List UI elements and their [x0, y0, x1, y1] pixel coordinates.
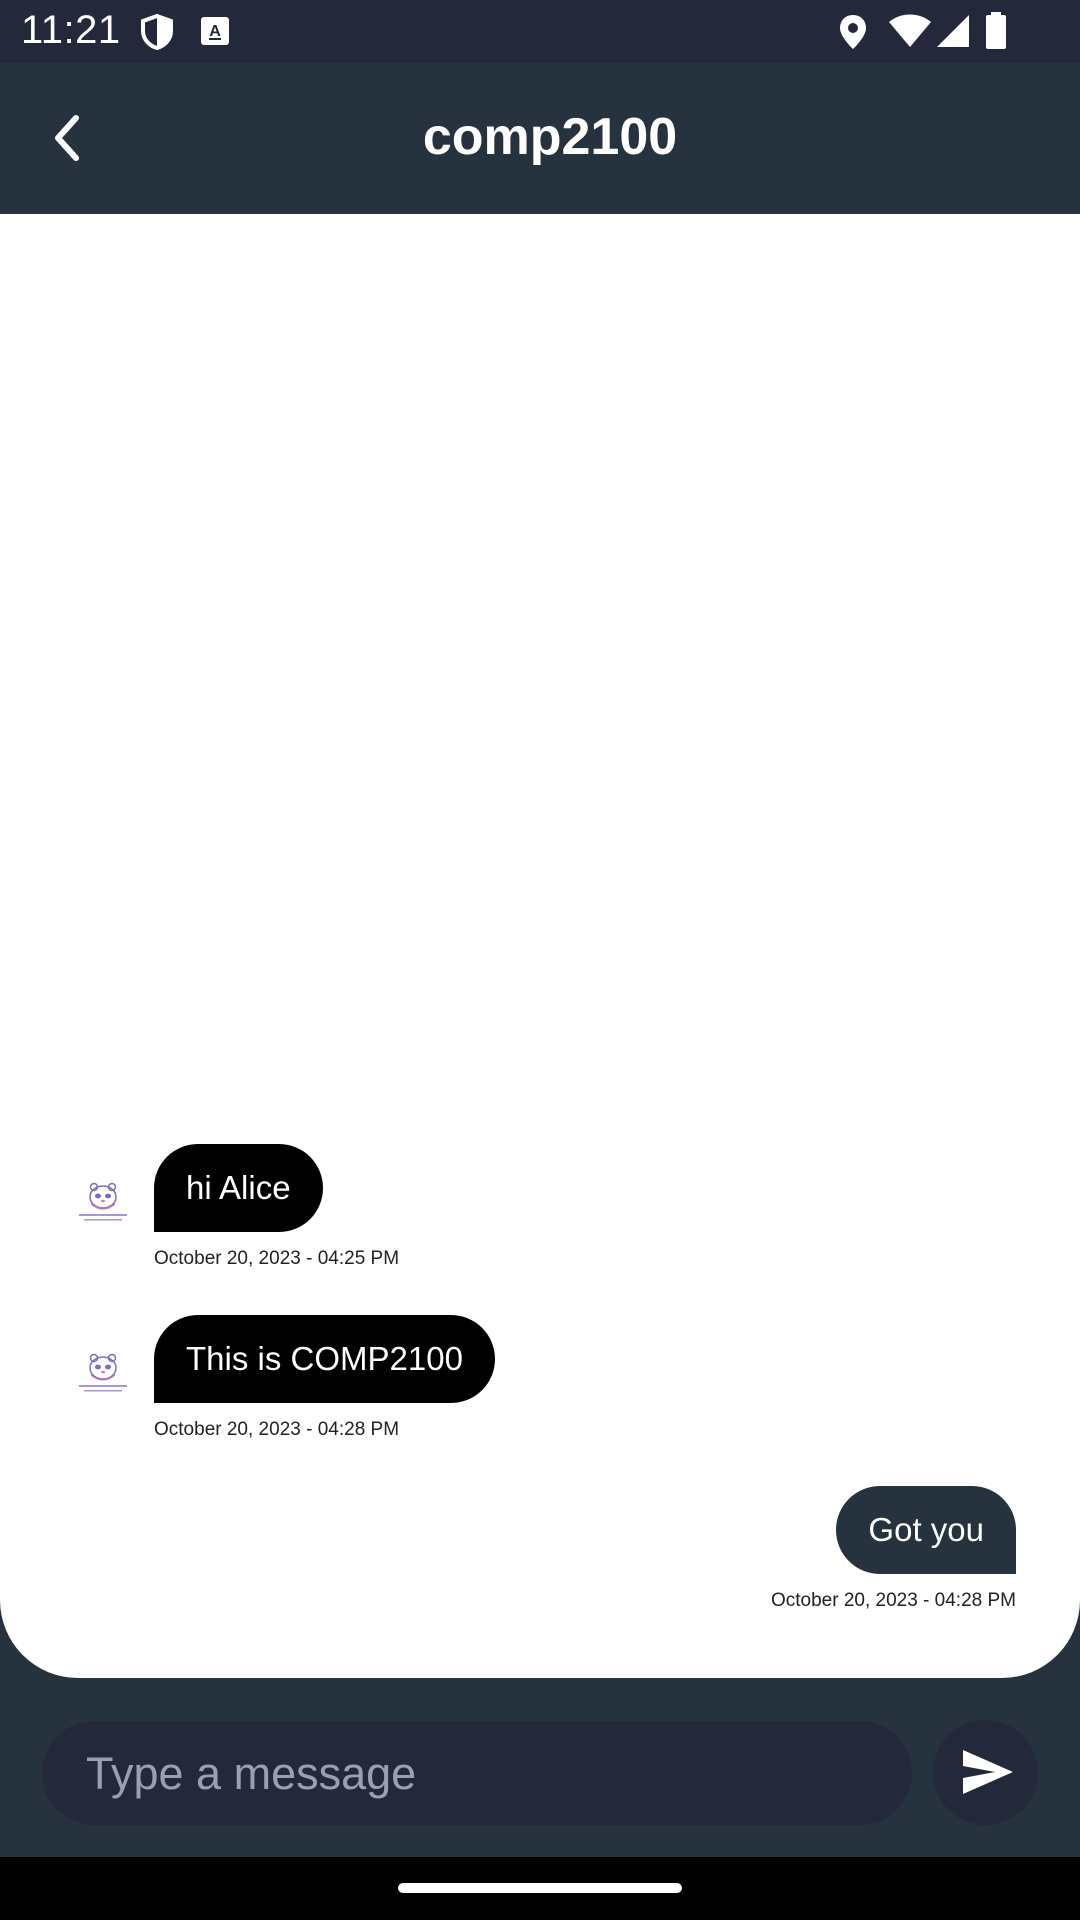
- chat-screen: 11:21 A comp2100 hi Alice October 20, 20…: [0, 0, 1080, 1920]
- chat-title: comp2100: [422, 108, 678, 166]
- message-input-container: [42, 1721, 912, 1827]
- battery-icon: [986, 12, 1006, 49]
- app-bar: comp2100: [0, 63, 1080, 214]
- home-indicator[interactable]: [398, 1883, 682, 1893]
- svg-text:A: A: [209, 23, 221, 40]
- status-bar: 11:21 A: [0, 0, 1080, 63]
- avatar: [79, 1182, 127, 1221]
- message-timestamp: October 20, 2023 - 04:28 PM: [154, 1419, 400, 1440]
- message-timestamp: October 20, 2023 - 04:25 PM: [154, 1248, 400, 1269]
- message-bubble[interactable]: hi Alice: [154, 1144, 323, 1232]
- shield-icon: [141, 14, 173, 50]
- message-list[interactable]: hi Alice October 20, 2023 - 04:25 PM Thi…: [0, 214, 1080, 1678]
- send-icon: [963, 1750, 1013, 1794]
- status-time: 11:21: [21, 8, 121, 52]
- message-input[interactable]: [84, 1721, 888, 1827]
- font-a-icon: A: [201, 17, 229, 45]
- message-bubble[interactable]: This is COMP2100: [154, 1315, 495, 1403]
- wifi-icon: [889, 14, 931, 47]
- location-icon: [840, 15, 866, 49]
- message-timestamp: October 20, 2023 - 04:28 PM: [770, 1590, 1016, 1611]
- navigation-bar: [0, 1857, 1080, 1920]
- signal-icon: [937, 15, 969, 47]
- message-bubble[interactable]: Got you: [836, 1486, 1016, 1574]
- avatar: [79, 1353, 127, 1392]
- send-button[interactable]: [933, 1720, 1038, 1825]
